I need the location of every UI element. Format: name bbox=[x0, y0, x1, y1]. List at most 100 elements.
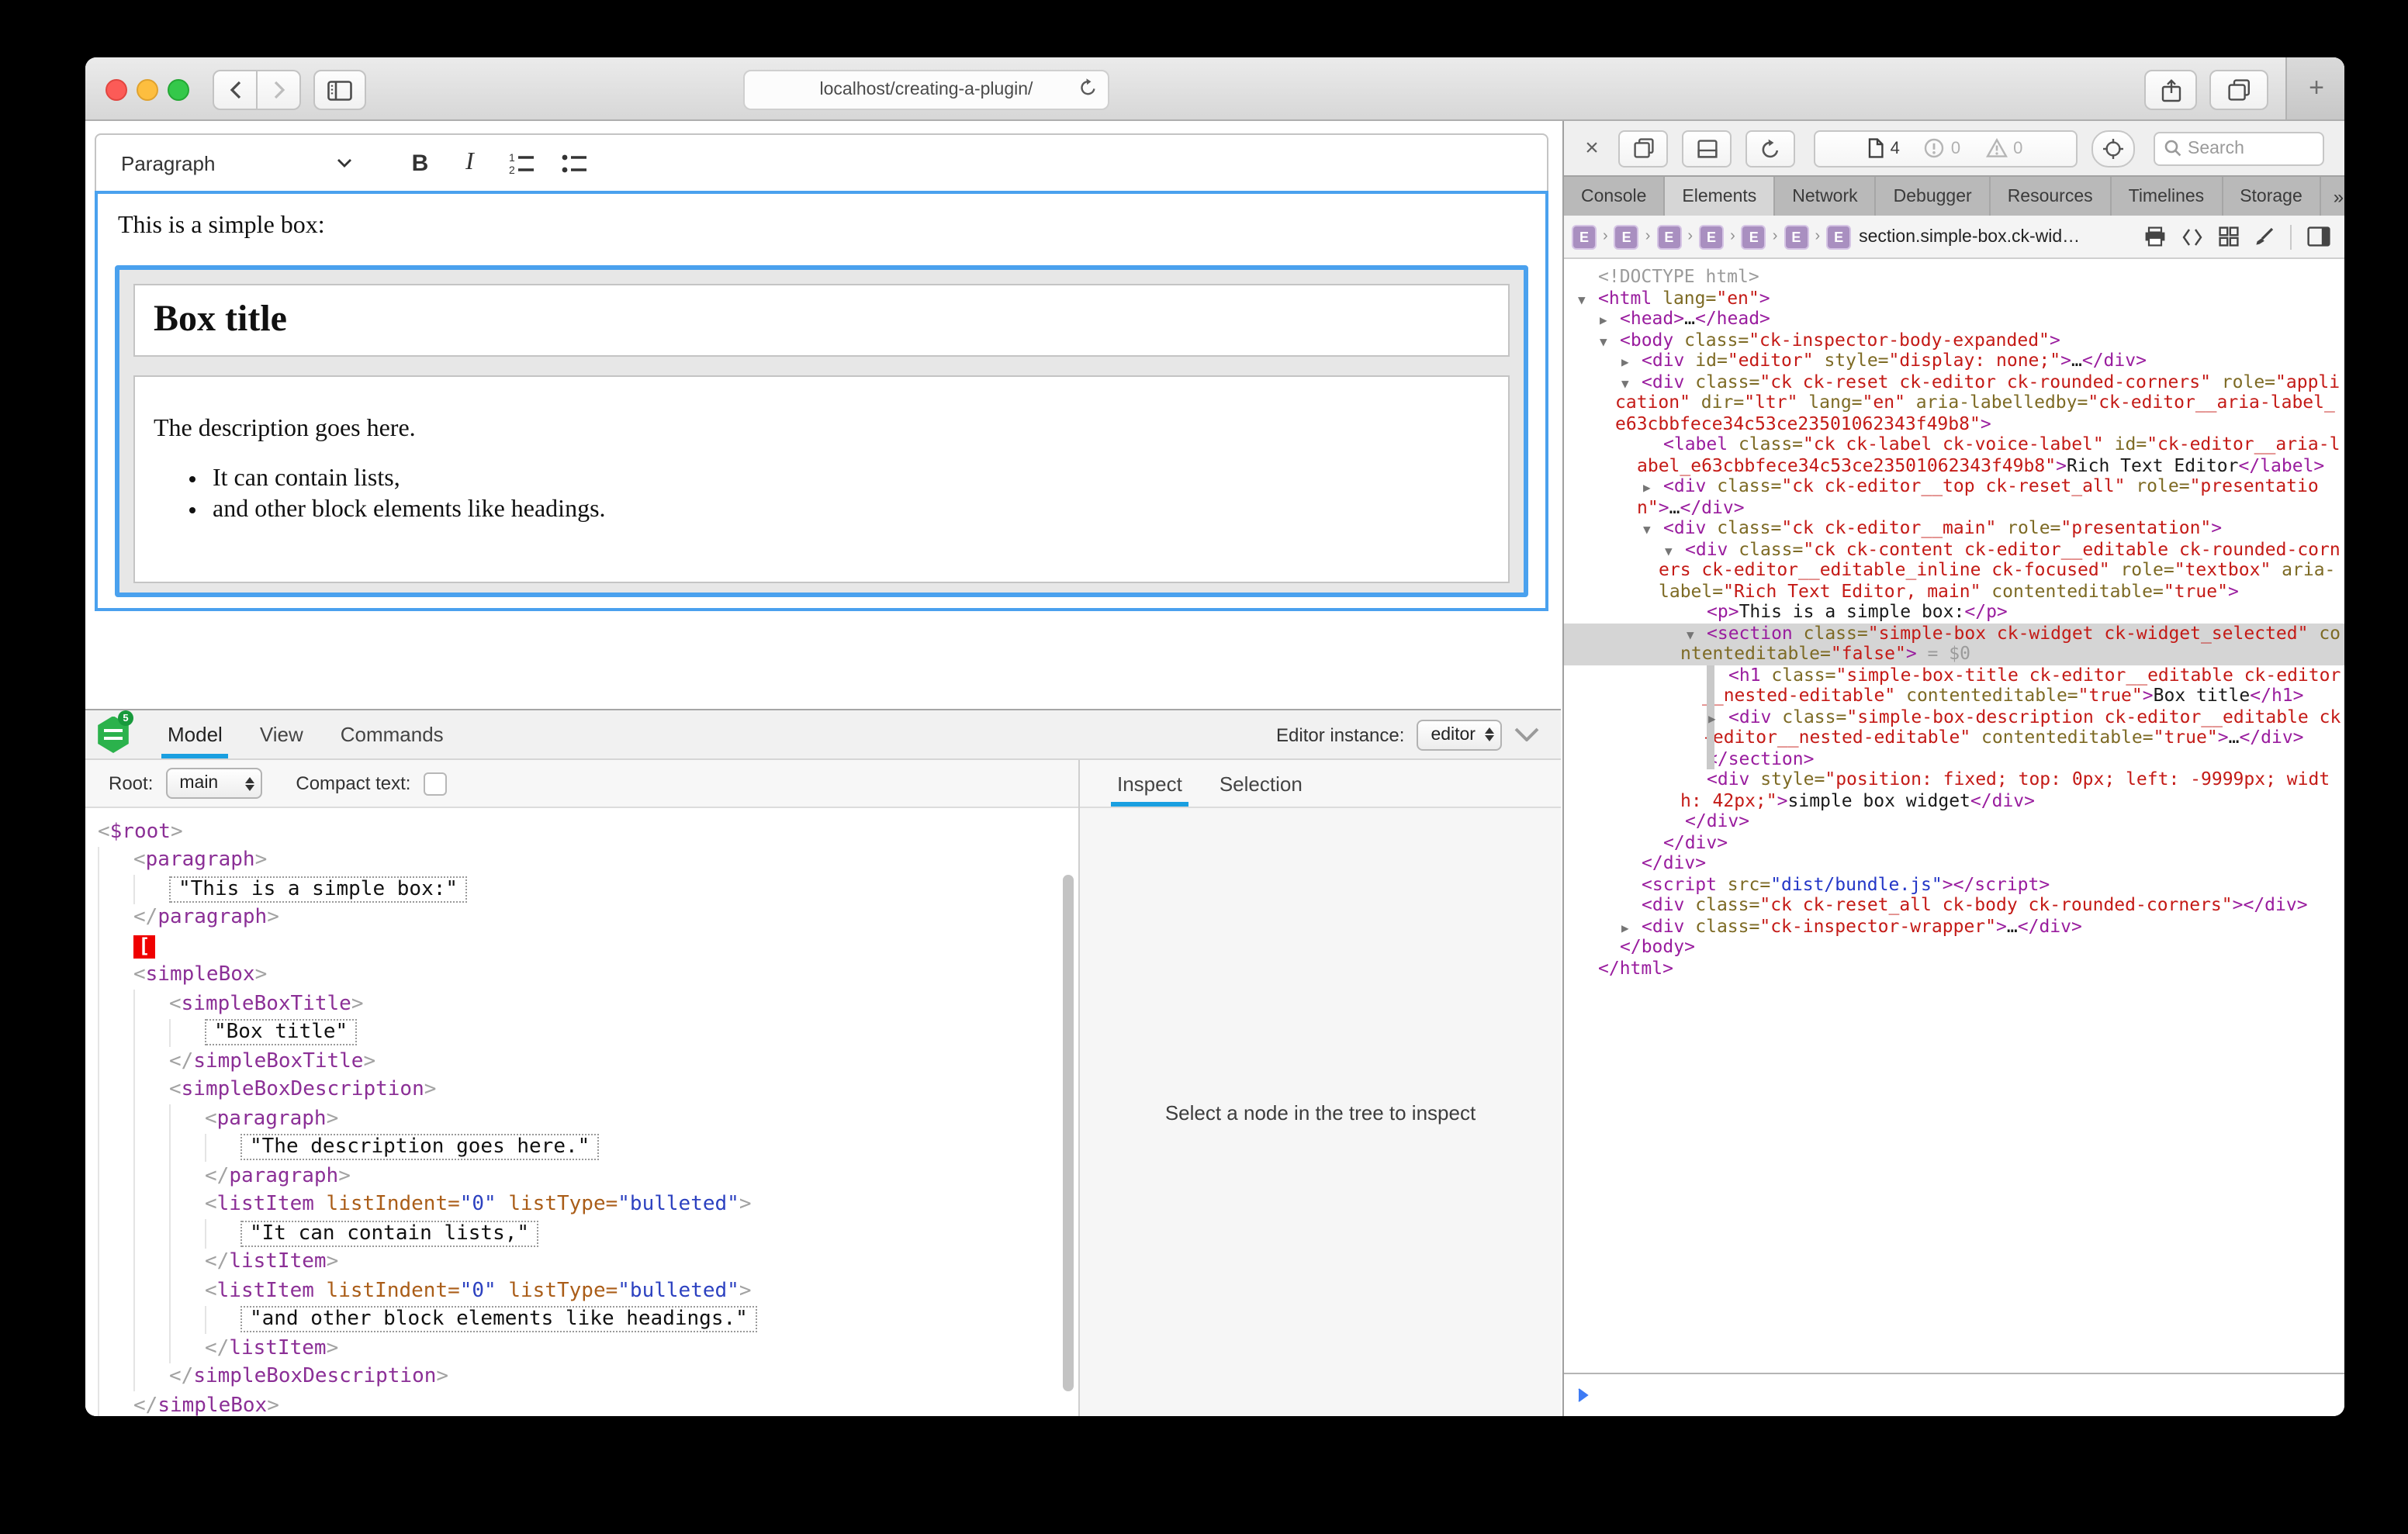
tab-model[interactable]: Model bbox=[168, 710, 223, 758]
compact-text-checkbox[interactable] bbox=[423, 772, 446, 795]
disclosure-closed-icon[interactable]: ▶ bbox=[1708, 708, 1716, 729]
box-title-heading[interactable]: Box title bbox=[154, 299, 287, 341]
breadcrumb-element-badge[interactable]: E bbox=[1826, 224, 1851, 249]
tab-selection[interactable]: Selection bbox=[1220, 760, 1303, 807]
dom-tree-line[interactable]: ▼<html lang="en"> bbox=[1564, 288, 2344, 309]
disclosure-open-icon[interactable]: ▼ bbox=[1643, 520, 1651, 541]
tab-commands[interactable]: Commands bbox=[341, 710, 444, 758]
dom-tree-line[interactable]: </div> bbox=[1564, 853, 2344, 874]
dom-tree-line[interactable]: ▼<div class="ck ck-reset ck-editor ck-ro… bbox=[1564, 371, 2344, 434]
breadcrumb-element-badge[interactable]: E bbox=[1656, 224, 1681, 249]
root-select[interactable]: main bbox=[165, 768, 261, 799]
disclosure-closed-icon[interactable]: ▶ bbox=[1600, 310, 1607, 331]
italic-button[interactable]: I bbox=[451, 149, 488, 177]
model-tree-node[interactable]: <simpleBox> bbox=[98, 961, 1078, 990]
editor-editable-area[interactable]: This is a simple box: Box title The desc… bbox=[95, 191, 1548, 611]
print-icon[interactable] bbox=[2144, 226, 2166, 247]
collapse-inspector-button[interactable] bbox=[1514, 727, 1539, 741]
dom-tree-line[interactable]: <div class="ck ck-reset_all ck-body ck-r… bbox=[1564, 895, 2344, 916]
breadcrumb-current[interactable]: section.simple-box.ck-wid… bbox=[1859, 227, 2080, 246]
model-tree-node[interactable]: "It can contain lists," bbox=[98, 1219, 1078, 1248]
model-tree-node[interactable]: <$root> bbox=[98, 817, 1078, 846]
bulleted-list-button[interactable] bbox=[556, 152, 593, 174]
disclosure-open-icon[interactable]: ▼ bbox=[1687, 624, 1694, 645]
tree-scrollbar[interactable] bbox=[1063, 875, 1074, 1391]
detach-devtools-button[interactable] bbox=[1618, 130, 1668, 167]
model-tree-node[interactable]: "This is a simple box:" bbox=[98, 875, 1078, 903]
dom-tree-line[interactable]: </body> bbox=[1564, 937, 2344, 958]
dom-tree-line[interactable]: ▼<section class="simple-box ck-widget ck… bbox=[1564, 623, 2344, 665]
tab-elements[interactable]: Elements bbox=[1665, 177, 1775, 216]
model-tree-node[interactable]: </listItem> bbox=[98, 1248, 1078, 1277]
editor-instance-select[interactable]: editor bbox=[1417, 719, 1502, 750]
list-item[interactable]: and other block elements like headings. bbox=[213, 496, 1489, 524]
dom-tree-line[interactable]: ▼<div class="ck ck-content ck-editor__ed… bbox=[1564, 539, 2344, 602]
dom-tree-line[interactable]: <label class="ck ck-label ck-voice-label… bbox=[1564, 434, 2344, 476]
dom-tree-line[interactable]: <p>This is a simple box:</p> bbox=[1564, 602, 2344, 623]
simple-box-widget[interactable]: Box title The description goes here. It … bbox=[115, 265, 1528, 597]
styles-brush-icon[interactable] bbox=[2254, 226, 2275, 247]
reload-page-button[interactable] bbox=[1745, 130, 1795, 167]
back-button[interactable] bbox=[213, 70, 258, 110]
dom-tree-line[interactable]: ▶<div class="simple-box-description ck-e… bbox=[1564, 707, 2344, 748]
address-bar[interactable]: localhost/creating-a-plugin/ bbox=[743, 70, 1109, 110]
issues-summary-bar[interactable]: 4 0 0 bbox=[1814, 130, 2078, 167]
tab-overflow-button[interactable]: » bbox=[2321, 177, 2344, 216]
model-tree-node[interactable]: <simpleBoxDescription> bbox=[98, 1076, 1078, 1104]
simple-box-title-area[interactable]: Box title bbox=[133, 284, 1510, 357]
model-tree-node[interactable]: </paragraph> bbox=[98, 903, 1078, 932]
reload-icon[interactable] bbox=[1080, 78, 1097, 98]
bold-button[interactable]: B bbox=[401, 150, 438, 176]
zoom-window-button[interactable] bbox=[168, 79, 189, 101]
dom-tree-line[interactable]: ▼<body class="ck-inspector-body-expanded… bbox=[1564, 330, 2344, 351]
model-tree-node[interactable]: "The description goes here." bbox=[98, 1133, 1078, 1162]
minimize-window-button[interactable] bbox=[137, 79, 158, 101]
model-tree-node[interactable]: </simpleBoxTitle> bbox=[98, 1047, 1078, 1076]
disclosure-open-icon[interactable]: ▼ bbox=[1665, 541, 1673, 561]
intro-paragraph[interactable]: This is a simple box: bbox=[118, 212, 1545, 240]
dom-tree-line[interactable]: </div> bbox=[1564, 832, 2344, 853]
tab-debugger[interactable]: Debugger bbox=[1877, 177, 1991, 216]
dom-tree-line[interactable]: </html> bbox=[1564, 958, 2344, 979]
dom-tree-line[interactable]: ▶<div class="ck-inspector-wrapper">…</di… bbox=[1564, 916, 2344, 937]
model-tree-node[interactable]: [ bbox=[98, 932, 1078, 961]
tab-storage[interactable]: Storage bbox=[2223, 177, 2321, 216]
disclosure-open-icon[interactable]: ▼ bbox=[1578, 289, 1586, 310]
model-tree-node[interactable]: <paragraph> bbox=[98, 1104, 1078, 1133]
model-tree-node[interactable]: "and other block elements like headings.… bbox=[98, 1305, 1078, 1334]
breadcrumb-element-badge[interactable]: E bbox=[1699, 224, 1724, 249]
disclosure-closed-icon[interactable]: ▶ bbox=[1643, 478, 1651, 499]
disclosure-open-icon[interactable]: ▼ bbox=[1621, 373, 1629, 394]
forward-button[interactable] bbox=[258, 70, 301, 110]
new-tab-button[interactable]: + bbox=[2285, 57, 2344, 119]
simple-box-description-area[interactable]: The description goes here. It can contai… bbox=[133, 375, 1510, 583]
disclosure-closed-icon[interactable]: ▶ bbox=[1621, 352, 1629, 373]
dom-tree-line[interactable]: ▼<div class="ck ck-editor__main" role="p… bbox=[1564, 518, 2344, 539]
breadcrumb-element-badge[interactable]: E bbox=[1572, 224, 1597, 249]
dom-tree-line[interactable]: <script src="dist/bundle.js"></script> bbox=[1564, 874, 2344, 895]
devtools-search-field[interactable]: Search bbox=[2154, 131, 2324, 165]
dom-tree-line[interactable]: ▶<head>…</head> bbox=[1564, 309, 2344, 330]
disclosure-open-icon[interactable]: ▼ bbox=[1600, 331, 1607, 352]
sidebar-toggle-button[interactable] bbox=[313, 70, 366, 110]
code-brackets-icon[interactable] bbox=[2181, 227, 2203, 246]
tab-console[interactable]: Console bbox=[1564, 177, 1665, 216]
model-tree-node[interactable]: </simpleBox> bbox=[98, 1391, 1078, 1416]
model-tree-node[interactable]: "Box title" bbox=[98, 1018, 1078, 1047]
dom-tree-line[interactable]: </div> bbox=[1564, 811, 2344, 832]
dom-tree-line[interactable]: <div style="position: fixed; top: 0px; l… bbox=[1564, 769, 2344, 811]
description-paragraph[interactable]: The description goes here. bbox=[154, 416, 1489, 444]
details-sidebar-toggle-icon[interactable] bbox=[2307, 226, 2330, 247]
close-window-button[interactable] bbox=[106, 79, 127, 101]
model-tree-node[interactable]: <simpleBoxTitle> bbox=[98, 990, 1078, 1018]
heading-dropdown[interactable]: Paragraph bbox=[121, 151, 215, 174]
dom-tree-line[interactable]: ▶<div id="editor" style="display: none;"… bbox=[1564, 351, 2344, 371]
breadcrumb-element-badge[interactable]: E bbox=[1784, 224, 1808, 249]
breadcrumb-element-badge[interactable]: E bbox=[1742, 224, 1766, 249]
model-tree-node[interactable]: <listItem listIndent="0" listType="bulle… bbox=[98, 1277, 1078, 1305]
dom-tree-line[interactable]: </section> bbox=[1564, 748, 2344, 769]
element-picker-button[interactable] bbox=[2091, 130, 2135, 167]
model-tree-node[interactable]: <listItem listIndent="0" listType="bulle… bbox=[98, 1190, 1078, 1219]
tab-timelines[interactable]: Timelines bbox=[2112, 177, 2223, 216]
list-item[interactable]: It can contain lists, bbox=[213, 465, 1489, 493]
